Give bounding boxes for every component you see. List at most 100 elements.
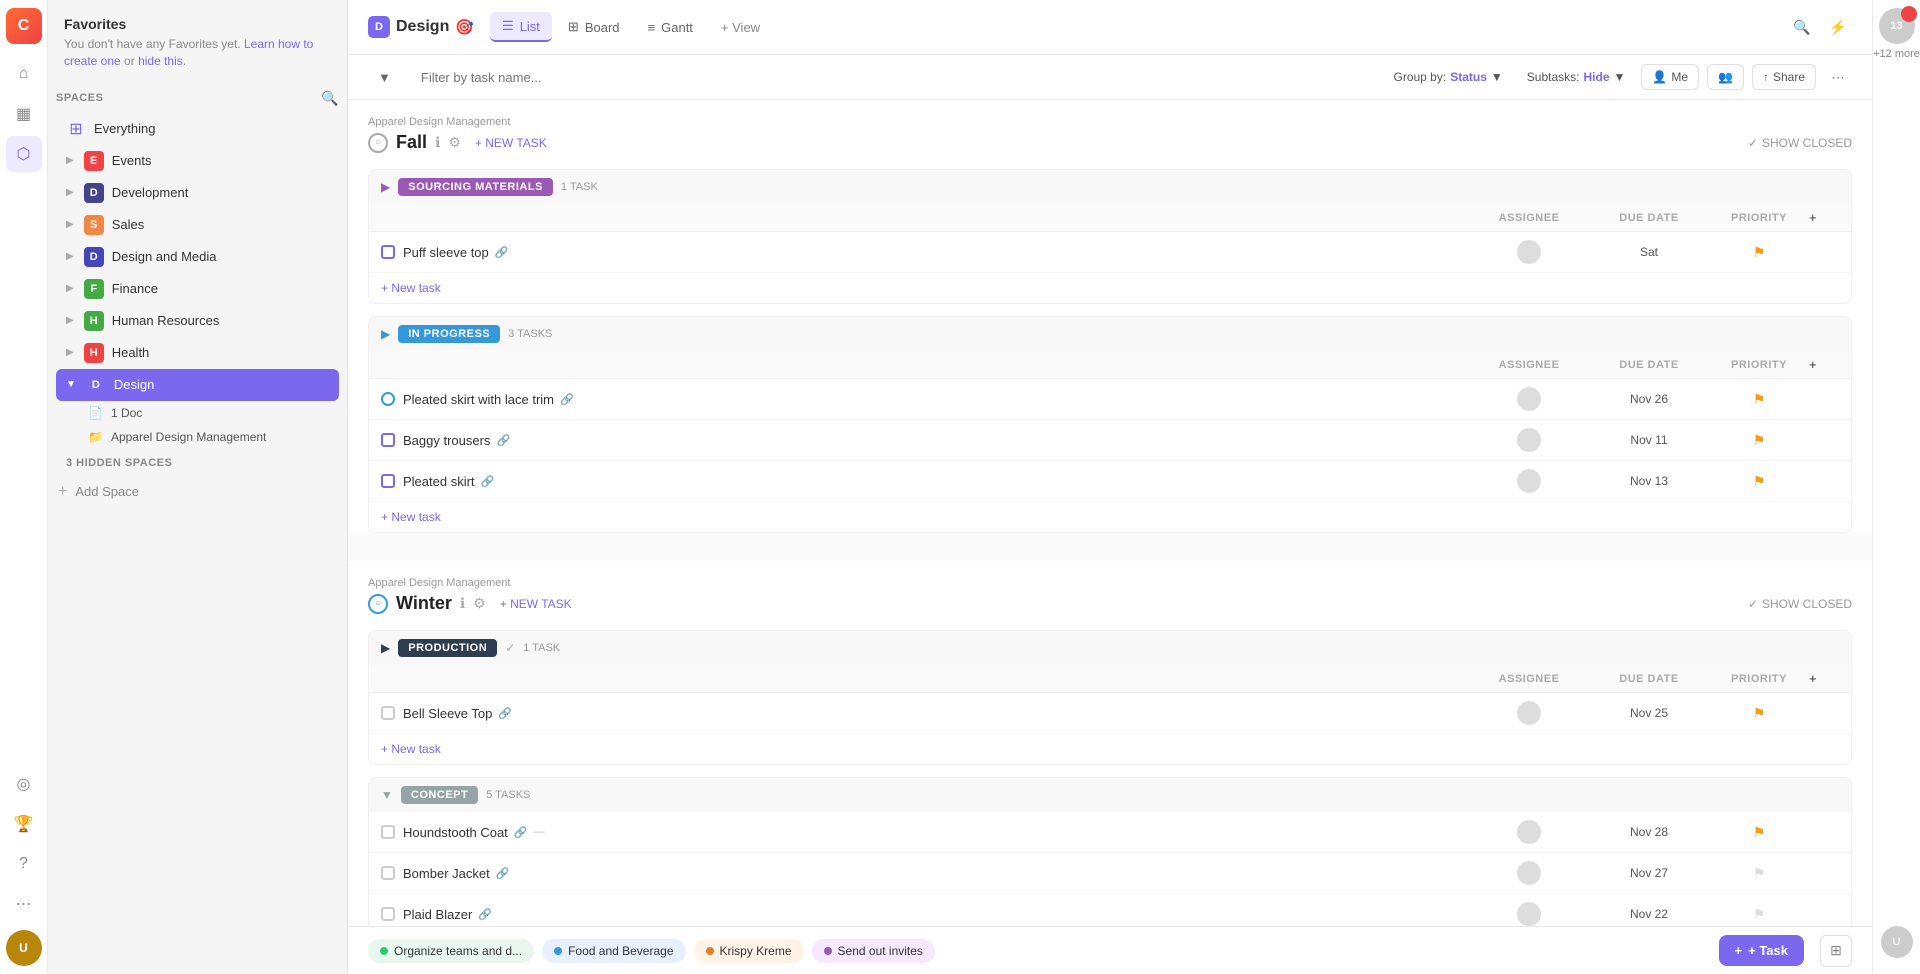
task-row[interactable]: Pleated skirt 🔗 Nov 13 ⚑ xyxy=(369,461,1851,502)
add-task-btn[interactable]: + + Task xyxy=(1719,935,1804,966)
events-space-icon: E xyxy=(84,151,104,171)
sidebar-item-health[interactable]: ▶ H Health xyxy=(56,337,339,369)
sidebar-item-finance[interactable]: ▶ F Finance xyxy=(56,273,339,305)
task-checkbox[interactable] xyxy=(381,825,395,839)
header-search-btn[interactable]: 🔍 xyxy=(1788,13,1816,41)
main-content: D Design 🎯 ☰ List ⊞ Board ≡ Gantt + View… xyxy=(348,0,1872,974)
add-view-btn[interactable]: + View xyxy=(709,14,772,41)
grid-view-toggle-btn[interactable]: ⊞ xyxy=(1820,935,1852,967)
task-checkbox[interactable] xyxy=(381,245,395,259)
concept-group-header[interactable]: ▼ CONCEPT 5 TASKS xyxy=(369,778,1851,812)
sidebar-item-design-media[interactable]: ▶ D Design and Media xyxy=(56,241,339,273)
task-row[interactable]: Plaid Blazer 🔗 Nov 22 ⚑ xyxy=(369,894,1851,926)
design-header-icon: D xyxy=(368,16,390,38)
winter-show-closed-btn[interactable]: ✓ SHOW CLOSED xyxy=(1748,597,1852,611)
share-btn[interactable]: ↑ Share xyxy=(1752,64,1816,90)
task-row[interactable]: Bell Sleeve Top 🔗 Nov 25 ⚑ xyxy=(369,693,1851,734)
bottom-tag-invites[interactable]: Send out invites xyxy=(812,939,935,963)
winter-settings-icon[interactable]: ⚙ xyxy=(473,595,486,612)
add-task-row-production[interactable]: + New task xyxy=(369,734,1851,764)
fall-settings-icon[interactable]: ⚙ xyxy=(448,134,461,151)
fall-info-icon[interactable]: ℹ xyxy=(435,134,440,151)
sidebar-item-everything[interactable]: ⊞ Everything xyxy=(56,113,339,145)
help-nav-btn[interactable]: ? xyxy=(6,846,42,882)
sidebar-sub-item-apparel[interactable]: 📁 Apparel Design Management xyxy=(56,425,339,449)
notifications-nav-btn[interactable]: ◎ xyxy=(6,766,42,802)
sidebar-item-human-resources[interactable]: ▶ H Human Resources xyxy=(56,305,339,337)
task-row[interactable]: Baggy trousers 🔗 Nov 11 ⚑ xyxy=(369,420,1851,461)
fall-show-closed-btn[interactable]: ✓ SHOW CLOSED xyxy=(1748,136,1852,150)
bottom-tag-organize[interactable]: Organize teams and d... xyxy=(368,939,534,963)
winter-info-icon[interactable]: ℹ xyxy=(460,595,465,612)
online-users-avatar[interactable]: 13 xyxy=(1879,8,1915,44)
spaces-nav-btn[interactable]: ⬡ xyxy=(6,136,42,172)
header-lightning-btn[interactable]: ⚡ xyxy=(1824,13,1852,41)
user-avatar-nav[interactable]: U xyxy=(6,930,42,966)
add-task-row-inprogress[interactable]: + New task xyxy=(369,502,1851,532)
bottom-user-avatar[interactable]: U xyxy=(1881,926,1913,958)
fall-collapse-btn[interactable]: ○ xyxy=(368,133,388,153)
tab-gantt[interactable]: ≡ Gantt xyxy=(636,14,705,41)
task-row[interactable]: Bomber Jacket 🔗 Nov 27 ⚑ xyxy=(369,853,1851,894)
task-checkbox[interactable] xyxy=(381,907,395,921)
task-checkbox[interactable] xyxy=(381,474,395,488)
app-logo[interactable]: C xyxy=(6,8,42,44)
learn-link[interactable]: Learn how to create one xyxy=(64,37,313,68)
sidebar-sub-item-doc[interactable]: 📄 1 Doc xyxy=(56,401,339,425)
content-area: Apparel Design Management ○ Fall ℹ ⚙ + N… xyxy=(348,100,1872,926)
group-by-dropdown[interactable]: Group by: Status ▼ xyxy=(1386,66,1511,88)
task-checkbox[interactable] xyxy=(381,433,395,447)
winter-collapse-btn[interactable]: ○ xyxy=(368,594,388,614)
winter-new-task-btn[interactable]: + NEW TASK xyxy=(494,595,578,613)
more-icon: — xyxy=(534,826,545,838)
col-header-add[interactable]: + xyxy=(1809,210,1839,225)
filter-icon-btn[interactable]: ▼ xyxy=(368,65,401,90)
filter-input[interactable] xyxy=(413,66,1374,89)
spaces-search-icon[interactable]: 🔍 xyxy=(321,90,339,107)
sidebar-item-sales[interactable]: ▶ S Sales xyxy=(56,209,339,241)
space-name: Design xyxy=(396,18,449,36)
sidebar-item-label: Human Resources xyxy=(112,313,220,328)
assignee-avatars-btn[interactable]: 👥 xyxy=(1707,64,1744,90)
task-checkbox[interactable] xyxy=(381,866,395,880)
bottom-tag-food[interactable]: Food and Beverage xyxy=(542,939,685,963)
trophy-nav-btn[interactable]: 🏆 xyxy=(6,806,42,842)
sourcing-group-header[interactable]: ▶ SOURCING MATERIALS 1 TASK xyxy=(369,170,1851,204)
col-header-add[interactable]: + xyxy=(1809,357,1839,372)
sidebar-item-events[interactable]: ▶ E Events xyxy=(56,145,339,177)
task-assignee xyxy=(1469,387,1589,411)
sidebar-item-development[interactable]: ▶ D Development xyxy=(56,177,339,209)
task-name: Houndstooth Coat 🔗 — xyxy=(403,825,1469,840)
more-nav-btn[interactable]: ⋯ xyxy=(6,886,42,922)
chevron-icon: ▶ xyxy=(66,347,74,358)
add-space-btn[interactable]: + Add Space xyxy=(48,477,347,507)
task-row[interactable]: Pleated skirt with lace trim 🔗 Nov 26 ⚑ xyxy=(369,379,1851,420)
add-view-label: + View xyxy=(721,20,760,35)
task-checkbox[interactable] xyxy=(381,706,395,720)
inprogress-group-header[interactable]: ▶ IN PROGRESS 3 TASKS xyxy=(369,317,1851,351)
fall-new-task-btn[interactable]: + NEW TASK xyxy=(469,134,553,152)
tab-list[interactable]: ☰ List xyxy=(490,12,552,42)
grid-nav-btn[interactable]: ▦ xyxy=(6,96,42,132)
task-priority: ⚑ xyxy=(1709,473,1809,490)
task-assignee xyxy=(1469,428,1589,452)
subtasks-dropdown[interactable]: Subtasks: Hide ▼ xyxy=(1519,66,1634,88)
bottom-tag-krispy[interactable]: Krispy Kreme xyxy=(694,939,804,963)
col-header-add[interactable]: + xyxy=(1809,671,1839,686)
task-row[interactable]: Puff sleeve top 🔗 Sat ⚑ xyxy=(369,232,1851,273)
production-task-count: 1 TASK xyxy=(523,642,560,654)
hide-link[interactable]: hide this xyxy=(138,54,183,68)
task-date: Nov 22 xyxy=(1589,907,1709,921)
task-checkbox[interactable] xyxy=(381,392,395,406)
sourcing-column-headers: ASSIGNEE DUE DATE PRIORITY + xyxy=(369,204,1851,232)
tab-board[interactable]: ⊞ Board xyxy=(556,13,632,41)
production-group-header[interactable]: ▶ PRODUCTION ✓ 1 TASK xyxy=(369,631,1851,665)
sidebar-item-design[interactable]: ▼ D Design xyxy=(56,369,339,401)
task-row[interactable]: Houndstooth Coat 🔗 — Nov 28 ⚑ xyxy=(369,812,1851,853)
more-options-btn[interactable]: ⋯ xyxy=(1824,63,1852,91)
me-filter-btn[interactable]: 👤 Me xyxy=(1641,64,1699,90)
hidden-spaces-label: 3 HIDDEN SPACES xyxy=(48,449,347,477)
home-nav-btn[interactable]: ⌂ xyxy=(6,56,42,92)
task-priority: ⚑ xyxy=(1709,391,1809,408)
add-task-row-sourcing[interactable]: + New task xyxy=(369,273,1851,303)
